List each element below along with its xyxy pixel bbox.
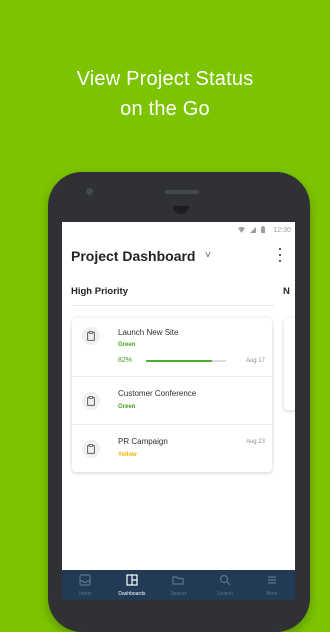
- nav-item-spaces[interactable]: Spaces: [155, 570, 202, 600]
- proximity-sensor: [173, 206, 189, 214]
- project-name: Customer Conference: [118, 389, 197, 398]
- page-title[interactable]: Project Dashboard: [71, 248, 195, 264]
- signal-icon: [249, 226, 256, 233]
- headline-line-2: on the Go: [120, 98, 210, 120]
- nav-item-search[interactable]: Search: [202, 570, 249, 600]
- battery-icon: [261, 226, 265, 234]
- section-label-high-priority: High Priority: [71, 286, 129, 297]
- app-bar: Project Dashboard ˅: [62, 246, 295, 276]
- chevron-down-icon[interactable]: ˅: [205, 250, 211, 261]
- clipboard-icon: [82, 327, 100, 345]
- progress-fill: [146, 360, 212, 362]
- nav-label: More: [265, 591, 278, 597]
- status-icons: [237, 225, 265, 234]
- inbox-icon: [79, 574, 91, 586]
- project-date: Aug 23: [245, 439, 265, 445]
- section-label-next: N: [283, 286, 290, 297]
- project-row[interactable]: PR Campaign Yellow Aug 23: [72, 424, 272, 473]
- nav-label: Search: [217, 591, 233, 597]
- project-status: Green: [118, 342, 136, 348]
- project-status: Yellow: [118, 452, 137, 458]
- progress-bar: [146, 360, 226, 362]
- nav-label: Inbox: [79, 591, 92, 597]
- headline-line-1: View Project Status: [76, 68, 254, 90]
- project-row[interactable]: Launch New Site Green 82% Aug 17: [72, 318, 272, 376]
- wifi-icon: [237, 226, 245, 233]
- nav-item-more[interactable]: More: [248, 570, 295, 600]
- clipboard-icon: [82, 392, 100, 410]
- nav-label: Dashboards: [118, 591, 146, 597]
- headline: View Project Status on the Go: [0, 64, 330, 124]
- search-icon: [219, 574, 231, 586]
- camera-icon: [86, 188, 93, 195]
- project-row[interactable]: Customer Conference Green: [72, 376, 272, 425]
- nav-label: Spaces: [170, 591, 187, 597]
- nav-item-dashboards[interactable]: Dashboards: [109, 570, 156, 600]
- progress-percent: 82%: [118, 357, 133, 364]
- status-bar: 12:30: [62, 222, 295, 240]
- bottom-nav: Inbox Dashboards Spaces Search More: [62, 570, 295, 600]
- project-card: Launch New Site Green 82% Aug 17 Custome…: [72, 318, 272, 472]
- project-name: Launch New Site: [118, 328, 179, 337]
- next-section-card[interactable]: [284, 318, 295, 410]
- project-date: Aug 17: [245, 358, 265, 364]
- menu-icon: [267, 576, 276, 584]
- project-name: PR Campaign: [118, 437, 168, 446]
- volume-button: [304, 300, 308, 330]
- power-button: [304, 350, 308, 400]
- status-time: 12:30: [273, 227, 291, 234]
- clipboard-icon: [82, 440, 100, 458]
- dashboard-icon: [126, 574, 138, 586]
- kebab-icon[interactable]: [277, 248, 283, 262]
- folder-icon: [172, 576, 185, 585]
- nav-item-inbox[interactable]: Inbox: [62, 570, 109, 600]
- speaker-grille: [165, 190, 199, 194]
- project-status: Green: [118, 404, 136, 410]
- phone-screen: 12:30 Project Dashboard ˅ High Priority …: [62, 222, 295, 600]
- section-divider: [71, 305, 274, 306]
